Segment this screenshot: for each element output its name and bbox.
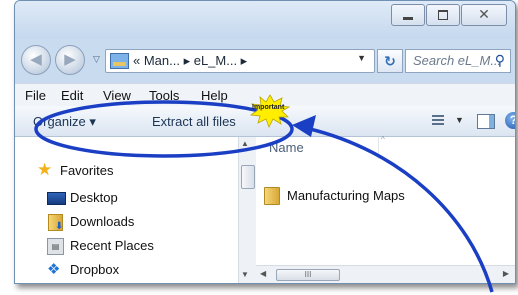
change-view-icon[interactable] bbox=[432, 115, 444, 126]
breadcrumb[interactable]: « Man... ▸ eL_M... ▸ bbox=[133, 53, 247, 69]
navigation-pane: ★ Favorites Desktop ⬇ Downloads ▤ Recent… bbox=[15, 137, 238, 283]
dropbox-icon: ❖ bbox=[47, 261, 61, 278]
file-list-pane: Name ^ Manufacturing Maps bbox=[256, 135, 515, 283]
horizontal-scroll-thumb[interactable]: III bbox=[276, 269, 340, 281]
horizontal-scrollbar[interactable]: ◀ III ▶ bbox=[256, 265, 515, 283]
content-area: ★ Favorites Desktop ⬇ Downloads ▤ Recent… bbox=[15, 135, 515, 283]
star-icon: ★ bbox=[37, 160, 53, 179]
refresh-icon: ↻ bbox=[384, 53, 396, 69]
folder-icon bbox=[110, 53, 129, 69]
title-bar: ✕ bbox=[15, 1, 515, 39]
navigation-pane-scrollbar[interactable]: ▲ ▼ bbox=[238, 137, 256, 283]
desktop-icon bbox=[47, 192, 66, 205]
refresh-button[interactable]: ↻ bbox=[377, 49, 403, 73]
back-button[interactable]: ◀ bbox=[21, 45, 51, 75]
maximize-button[interactable] bbox=[426, 4, 460, 26]
maximize-icon bbox=[438, 10, 448, 20]
menu-tools[interactable]: Tools bbox=[149, 88, 179, 103]
file-name: Manufacturing Maps bbox=[287, 188, 405, 203]
minimize-icon bbox=[403, 17, 413, 20]
organize-button[interactable]: Organize ▾ bbox=[33, 114, 96, 130]
scroll-up-icon[interactable]: ▲ bbox=[241, 139, 249, 148]
close-button[interactable]: ✕ bbox=[461, 4, 507, 26]
important-burst-label: Important bbox=[252, 104, 285, 111]
column-divider[interactable] bbox=[378, 137, 379, 159]
download-arrow-icon: ⬇ bbox=[55, 221, 64, 232]
minimize-button[interactable] bbox=[391, 4, 425, 26]
close-icon: ✕ bbox=[478, 6, 490, 22]
scroll-right-icon[interactable]: ▶ bbox=[503, 269, 509, 278]
help-icon[interactable]: ? bbox=[505, 112, 515, 129]
explorer-window: ✕ ◀ ▶ ▽ « Man... ▸ eL_M... ▸ ▼ ↻ Search … bbox=[14, 0, 516, 284]
scroll-down-icon[interactable]: ▼ bbox=[241, 270, 249, 279]
search-input[interactable]: Search eL_M... ⚲ bbox=[405, 49, 511, 73]
view-dropdown-icon[interactable]: ▼ bbox=[455, 115, 464, 125]
menu-view[interactable]: View bbox=[103, 88, 131, 103]
preview-pane-icon[interactable] bbox=[477, 114, 495, 129]
search-placeholder: Search eL_M... bbox=[413, 53, 502, 68]
address-row: ◀ ▶ ▽ « Man... ▸ eL_M... ▸ ▼ ↻ Search eL… bbox=[15, 41, 515, 81]
address-bar[interactable]: « Man... ▸ eL_M... ▸ ▼ bbox=[105, 49, 375, 73]
sidebar-item-label: Dropbox bbox=[70, 262, 120, 277]
scroll-thumb[interactable] bbox=[241, 165, 255, 189]
menu-bar: File Edit View Tools Help bbox=[15, 83, 515, 106]
recent-places-icon: ▤ bbox=[47, 238, 64, 255]
scroll-left-icon[interactable]: ◀ bbox=[260, 269, 266, 278]
menu-file[interactable]: File bbox=[25, 88, 46, 103]
sidebar-item-label: Desktop bbox=[70, 190, 118, 205]
sidebar-item-label: Recent Places bbox=[70, 238, 154, 253]
back-arrow-icon: ◀ bbox=[30, 51, 42, 68]
address-dropdown-icon[interactable]: ▼ bbox=[357, 53, 366, 63]
forward-arrow-icon: ▶ bbox=[64, 51, 76, 68]
recent-pages-chevron-icon[interactable]: ▽ bbox=[93, 54, 100, 65]
sidebar-item-label: Downloads bbox=[70, 214, 135, 229]
menu-help[interactable]: Help bbox=[201, 88, 228, 103]
sort-ascending-icon: ^ bbox=[381, 135, 385, 144]
extract-all-files-button[interactable]: Extract all files bbox=[152, 114, 236, 129]
window-controls: ✕ bbox=[390, 4, 507, 26]
forward-button[interactable]: ▶ bbox=[55, 45, 85, 75]
search-icon[interactable]: ⚲ bbox=[495, 52, 505, 69]
folder-icon bbox=[264, 187, 280, 205]
sidebar-item-label: Favorites bbox=[60, 163, 114, 178]
column-header-name[interactable]: Name ^ bbox=[256, 135, 515, 159]
column-header-label: Name bbox=[269, 140, 304, 155]
menu-edit[interactable]: Edit bbox=[61, 88, 83, 103]
